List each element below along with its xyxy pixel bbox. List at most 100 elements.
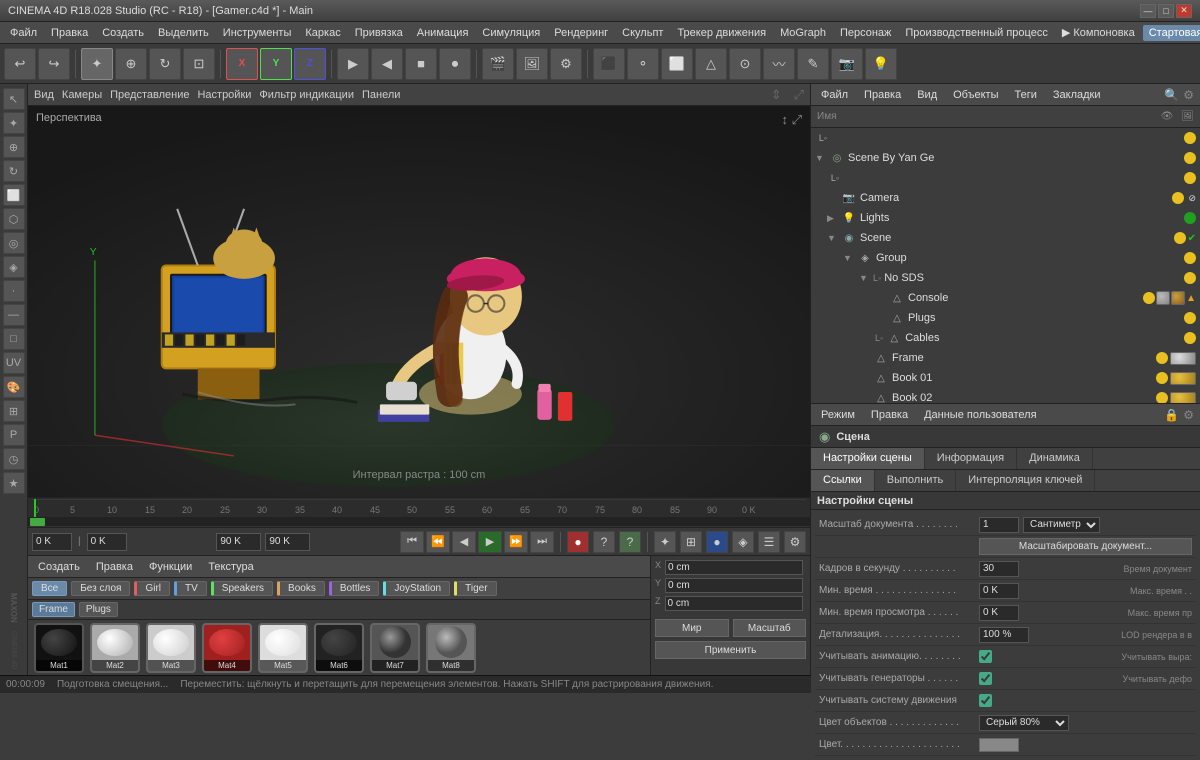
lt-param[interactable]: P [3,424,25,446]
obj-menu-objects[interactable]: Объекты [949,88,1002,102]
play-button[interactable]: ▶ [478,531,502,553]
obj-menu-view[interactable]: Вид [913,88,941,102]
lights-expand[interactable]: ▶ [827,213,841,224]
lt-axis[interactable]: ⊞ [3,400,25,422]
menu-animation[interactable]: Анимация [411,25,475,41]
record-active-button[interactable]: ● [706,531,728,553]
filter-books[interactable]: Books [277,581,325,596]
lt-point-mode[interactable]: · [3,280,25,302]
go-start-button[interactable]: ⏮ [400,531,424,553]
lt-uv-mode[interactable]: UV [3,352,25,374]
render-active[interactable]: 🖼 [516,48,548,80]
obj-search-icon[interactable]: 🔍 [1164,88,1179,102]
props-menu-userdata[interactable]: Данные пользователя [920,408,1040,422]
menu-edit[interactable]: Правка [45,25,94,41]
scene-by-yan-expand[interactable]: ▼ [815,153,829,163]
play-rev-button[interactable]: ◀ [452,531,476,553]
group-expand[interactable]: ▼ [843,253,857,263]
lt-plugin2[interactable]: ★ [3,472,25,494]
timeline-track[interactable] [28,517,810,527]
no-sds-expand[interactable]: ▼ [859,273,873,283]
obj-row-console[interactable]: ▶ △ Console ▲ [811,288,1200,308]
filter-tv[interactable]: TV [174,581,207,596]
minimize-button[interactable]: — [1140,4,1156,18]
obj-row-no-sds[interactable]: ▼ L◦ No SDS [811,268,1200,288]
filter-no-layer[interactable]: Без слоя [71,581,130,596]
lt-select-free[interactable]: ◎ [3,232,25,254]
obj-menu-edit[interactable]: Правка [860,88,905,102]
record-button[interactable]: ● [567,531,589,553]
material-swatch-8[interactable]: Mat8 [426,623,476,673]
menu-tools[interactable]: Инструменты [217,25,298,41]
primitive-cone[interactable]: △ [695,48,727,80]
prop-generators-check[interactable] [979,672,992,685]
menu-character[interactable]: Персонаж [834,25,897,41]
prop-motion-check[interactable] [979,694,992,707]
vp-settings-menu[interactable]: Настройки [197,89,251,101]
frame-end2-input[interactable] [265,533,310,551]
play-forward[interactable]: ▶ [337,48,369,80]
render-view[interactable]: 🎬 [482,48,514,80]
primitive-sphere[interactable]: ⚬ [627,48,659,80]
auto-key-button[interactable]: ? [593,531,615,553]
obj-row-camera[interactable]: ▶ 📷 Camera ⊘ [811,188,1200,208]
material-swatch-4[interactable]: Mat4 [202,623,252,673]
scale-tool[interactable]: ⊕ [115,48,147,80]
frame-alt-input[interactable] [87,533,127,551]
vp-view-menu[interactable]: Вид [34,89,54,101]
menu-mograph[interactable]: MoGraph [774,25,832,41]
obj-row-cables[interactable]: L◦ △ Cables [811,328,1200,348]
timeline-settings[interactable]: ⚙ [784,531,806,553]
filter-speakers[interactable]: Speakers [211,581,273,596]
filter-tiger[interactable]: Tiger [454,581,496,596]
lt-select-rect[interactable]: ⬜ [3,184,25,206]
mat-menu-texture[interactable]: Текстура [204,559,257,575]
record[interactable]: ⏺ [439,48,471,80]
menu-render[interactable]: Рендеринг [548,25,614,41]
obj-row-book01[interactable]: ▶ △ Book 01 [811,368,1200,388]
props-tab-scene-settings[interactable]: Настройки сцены [811,448,925,469]
current-frame-input[interactable] [32,533,72,551]
obj-row-lo1[interactable]: L◦ [811,128,1200,148]
menu-compositing[interactable]: ▶ Компоновка [1056,24,1141,41]
play-fwd-button[interactable]: ⏩ [504,531,528,553]
vp-panels-menu[interactable]: Панели [362,89,400,101]
scene-expand[interactable]: ▼ [827,233,841,243]
key-mode-button[interactable]: ◈ [732,531,754,553]
lt-scale[interactable]: ⊕ [3,136,25,158]
props-tab-execute[interactable]: Выполнить [875,470,956,491]
prop-doc-scale-input[interactable] [979,517,1019,533]
menu-pipeline[interactable]: Производственный процесс [899,25,1053,41]
rotate-tool[interactable]: ↻ [149,48,181,80]
coord-x-input[interactable] [665,560,803,575]
menu-tracker[interactable]: Трекер движения [671,25,772,41]
lt-edge-mode[interactable]: — [3,304,25,326]
material-swatch-3[interactable]: Mat3 [146,623,196,673]
subfilter-plugs[interactable]: Plugs [79,602,118,617]
camera-tool[interactable]: 📷 [831,48,863,80]
render-settings[interactable]: ⚙ [550,48,582,80]
redo-button[interactable]: ↪ [38,48,70,80]
primitive-cylinder[interactable]: ⬜ [661,48,693,80]
prop-animation-check[interactable] [979,650,992,663]
prop-fps-input[interactable] [979,561,1019,577]
axis-x[interactable]: X [226,48,258,80]
maximize-button[interactable]: □ [1158,4,1174,18]
obj-row-scene[interactable]: ▼ ◉ Scene ✔ [811,228,1200,248]
material-swatch-6[interactable]: Mat6 [314,623,364,673]
props-tab-keyinterp[interactable]: Интерполяция ключей [956,470,1095,491]
lt-poly-mode[interactable]: □ [3,328,25,350]
props-menu-edit[interactable]: Правка [867,408,912,422]
filter-all[interactable]: Все [32,581,67,596]
lt-plugin1[interactable]: ◷ [3,448,25,470]
props-tab-links[interactable]: Ссылки [811,470,875,491]
lt-cursor[interactable]: ↖ [3,88,25,110]
props-tab-dynamics[interactable]: Динамика [1017,448,1093,469]
menu-create[interactable]: Создать [96,25,150,41]
coord-y-input[interactable] [665,578,803,593]
props-lock-icon[interactable]: 🔒 [1164,408,1179,422]
menu-snap[interactable]: Привязка [349,25,409,41]
move-tool[interactable]: ✦ [81,48,113,80]
menu-mesh[interactable]: Каркас [299,25,346,41]
obj-menu-bookmarks[interactable]: Закладки [1049,88,1105,102]
